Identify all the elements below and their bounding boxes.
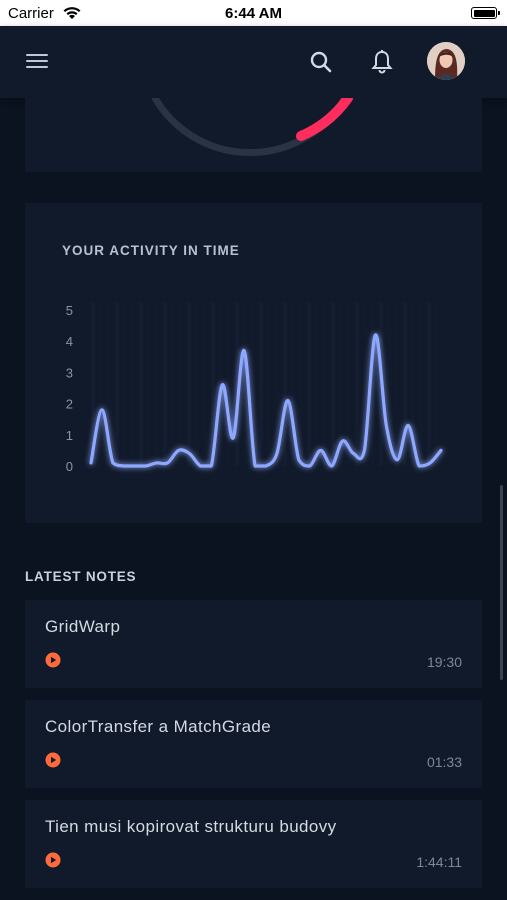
avatar-portrait xyxy=(427,42,465,80)
chart-background-column xyxy=(259,302,263,466)
y-tick-label: 2 xyxy=(66,397,73,412)
note-duration: 1:44:11 xyxy=(416,854,462,870)
chart-background-column xyxy=(243,302,247,466)
note-duration: 01:33 xyxy=(426,754,462,770)
note-card[interactable]: ColorTransfer a MatchGrade 01:33 xyxy=(25,700,482,788)
battery-icon xyxy=(471,7,500,19)
activity-card: YOUR ACTIVITY IN TIME 012345 xyxy=(25,203,482,523)
chart-background-column xyxy=(283,302,287,466)
chart-background-column xyxy=(203,302,207,466)
clock-time: 6:44 AM xyxy=(225,5,282,22)
y-tick-label: 4 xyxy=(66,334,73,349)
chart-background-column xyxy=(331,302,335,466)
app-header xyxy=(0,26,507,98)
play-icon[interactable] xyxy=(45,852,61,868)
play-icon[interactable] xyxy=(45,652,61,668)
note-title: Tien musi kopirovat strukturu budovy xyxy=(45,817,337,836)
y-tick-label: 1 xyxy=(66,428,73,443)
search-icon[interactable] xyxy=(307,48,335,76)
chart-background-column xyxy=(123,302,127,466)
chart-background-column xyxy=(355,302,359,466)
play-icon[interactable] xyxy=(45,752,61,768)
bell-icon[interactable] xyxy=(368,48,396,76)
chart-background-column xyxy=(419,302,423,466)
chart-background-column xyxy=(131,302,135,466)
chart-background-column xyxy=(195,302,199,466)
latest-notes-title: LATEST NOTES xyxy=(25,569,137,584)
chart-background-column xyxy=(427,302,431,466)
chart-background-column xyxy=(299,302,303,466)
status-bar: Carrier 6:44 AM xyxy=(0,0,507,26)
note-card[interactable]: GridWarp 19:30 xyxy=(25,600,482,688)
chart-background-column xyxy=(171,302,175,466)
chart-background-column xyxy=(99,302,103,466)
menu-icon[interactable] xyxy=(26,52,50,70)
y-tick-label: 5 xyxy=(66,303,73,318)
progress-gauge xyxy=(151,93,353,156)
chart-background-column xyxy=(323,302,327,466)
chart-background-column xyxy=(187,302,191,466)
chart-background-column xyxy=(115,302,119,466)
chart-background-column xyxy=(307,302,311,466)
chart-background-column xyxy=(435,302,439,466)
activity-chart: 0 1 2 3 4 5 xyxy=(66,302,443,474)
y-tick-label: 0 xyxy=(66,459,73,474)
chart-background-column xyxy=(315,302,319,466)
chart-background-column xyxy=(267,302,271,466)
y-tick-label: 3 xyxy=(66,365,73,380)
note-title: ColorTransfer a MatchGrade xyxy=(45,717,272,736)
chart-background-column xyxy=(163,302,167,466)
chart-background-column xyxy=(395,302,399,466)
gauge-card xyxy=(25,93,482,172)
chart-background-column xyxy=(155,302,159,466)
chart-background-column xyxy=(227,302,231,466)
scrollbar[interactable] xyxy=(500,485,503,680)
note-title: GridWarp xyxy=(45,617,121,636)
chart-background-column xyxy=(139,302,143,466)
chart-background-column xyxy=(179,302,183,466)
note-duration: 19:30 xyxy=(426,654,462,670)
chart-background-column xyxy=(347,302,351,466)
user-avatar[interactable] xyxy=(427,42,465,80)
note-card[interactable]: Tien musi kopirovat strukturu budovy 1:4… xyxy=(25,800,482,888)
chart-background-column xyxy=(147,302,151,466)
